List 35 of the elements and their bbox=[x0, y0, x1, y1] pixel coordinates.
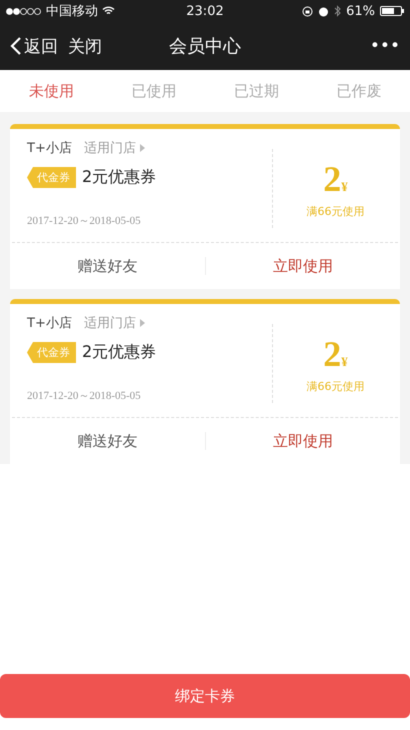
wifi-icon bbox=[102, 6, 115, 16]
tab[interactable]: 未使用 bbox=[0, 82, 102, 100]
gift-button[interactable]: 赠送好友 bbox=[10, 256, 204, 276]
usage-condition: 满66元使用 bbox=[306, 379, 364, 394]
validity-dates: 2017-12-20～2018-05-05 bbox=[27, 389, 142, 403]
status-time: 23:02 bbox=[186, 4, 224, 18]
coupon-name: 2元优惠券 bbox=[82, 342, 156, 363]
carrier-name: 中国移动 bbox=[46, 3, 98, 20]
store-name: T+小店 bbox=[27, 140, 72, 157]
battery-icon bbox=[380, 6, 404, 16]
page-title: 会员中心 bbox=[169, 35, 241, 58]
use-button[interactable]: 立即使用 bbox=[206, 256, 400, 276]
battery-percent: 61% bbox=[346, 4, 375, 18]
rotation-lock-icon bbox=[302, 6, 314, 16]
bluetooth-icon bbox=[334, 5, 342, 17]
use-button[interactable]: 立即使用 bbox=[206, 432, 400, 450]
stores-link[interactable]: 适用门店 bbox=[84, 139, 145, 157]
coupon-tag: 代金券 bbox=[27, 342, 76, 363]
coupon-amount: 2¥ bbox=[323, 333, 348, 375]
signal-icon bbox=[6, 8, 42, 14]
stores-link[interactable]: 适用门店 bbox=[84, 314, 145, 332]
validity-dates: 2017-12-20～2018-05-05 bbox=[27, 214, 142, 228]
coupon-tag: 代金券 bbox=[27, 167, 76, 188]
triangle-right-icon bbox=[140, 144, 145, 152]
gift-button[interactable]: 赠送好友 bbox=[10, 432, 204, 450]
usage-condition: 满66元使用 bbox=[306, 204, 364, 219]
coupon-amount: 2¥ bbox=[323, 158, 348, 200]
triangle-right-icon bbox=[140, 319, 145, 327]
coupon-name: 2元优惠券 bbox=[82, 167, 156, 188]
more-button[interactable]: ••• bbox=[370, 36, 400, 56]
back-button[interactable]: 返回 bbox=[10, 34, 58, 58]
chevron-left-icon bbox=[10, 36, 22, 56]
close-button[interactable]: 关闭 bbox=[68, 34, 102, 58]
bind-card-button[interactable]: 绑定卡券 bbox=[0, 674, 410, 718]
store-name: T+小店 bbox=[27, 315, 72, 332]
